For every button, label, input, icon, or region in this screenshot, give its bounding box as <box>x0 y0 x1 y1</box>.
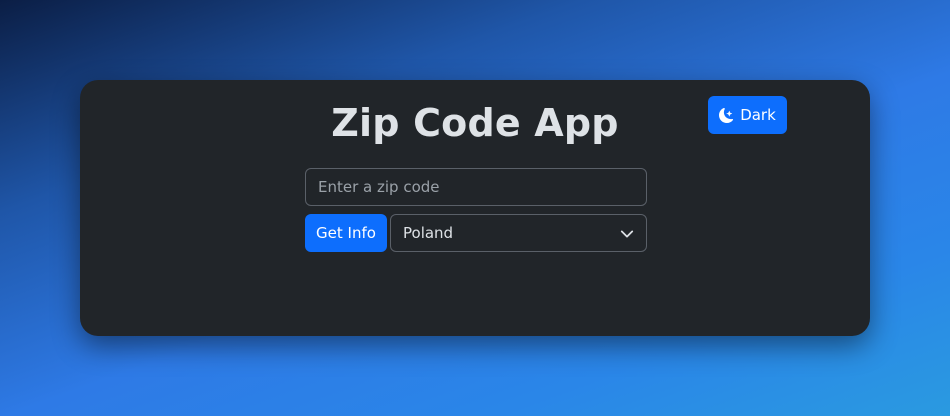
chevron-down-icon <box>620 230 634 238</box>
zip-code-input[interactable] <box>305 168 647 206</box>
moon-stars-icon <box>719 107 734 123</box>
theme-toggle-label: Dark <box>740 106 776 124</box>
country-select-value: Poland <box>403 224 454 242</box>
get-info-button[interactable]: Get Info <box>305 214 387 252</box>
country-select[interactable]: Poland <box>390 214 647 252</box>
app-card: Zip Code App Dark Get Info Poland <box>80 80 870 336</box>
theme-toggle-button[interactable]: Dark <box>708 96 787 134</box>
